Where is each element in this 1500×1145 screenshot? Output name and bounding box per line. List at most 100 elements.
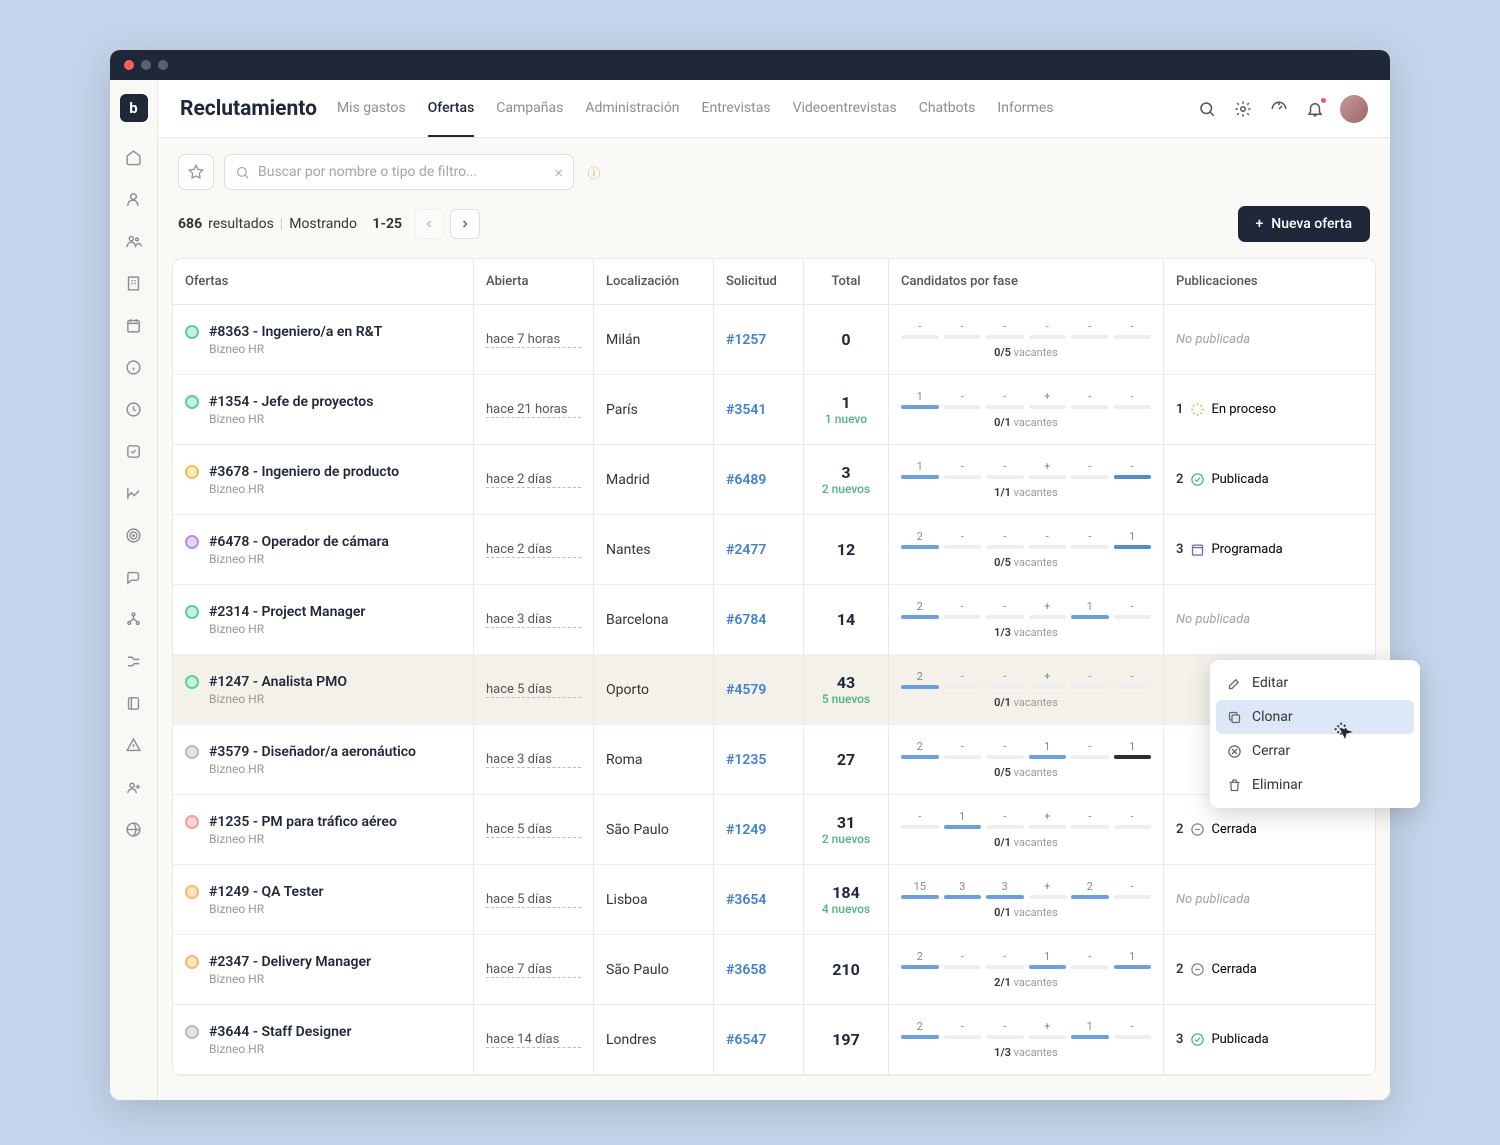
table-row[interactable]: #3644 - Staff DesignerBizneo HRhace 14 d…: [173, 1005, 1375, 1075]
open-time: hace 3 días: [486, 752, 581, 768]
new-count: 4 nuevos: [816, 902, 876, 916]
calendar-icon[interactable]: [121, 312, 147, 338]
chat-icon[interactable]: [121, 564, 147, 590]
open-time: hace 2 días: [486, 472, 581, 488]
nav-tab-2[interactable]: Campañas: [496, 80, 563, 137]
chart-icon[interactable]: [121, 480, 147, 506]
gauge-icon[interactable]: [1268, 98, 1290, 120]
topbar: Reclutamiento Mis gastosOfertasCampañasA…: [158, 80, 1390, 138]
nav-tab-5[interactable]: Videoentrevistas: [793, 80, 897, 137]
phases: ------0/5 vacantes: [901, 320, 1151, 359]
phases: 1--+--1/1 vacantes: [901, 460, 1151, 499]
table-row[interactable]: #1247 - Analista PMOBizneo HRhace 5 días…: [173, 655, 1375, 725]
search-input[interactable]: [258, 164, 546, 180]
nav-tab-4[interactable]: Entrevistas: [702, 80, 771, 137]
company: Bizneo HR: [185, 972, 461, 986]
nav-tab-3[interactable]: Administración: [585, 80, 679, 137]
request-link[interactable]: #3658: [726, 962, 791, 978]
status-dot: [185, 325, 199, 339]
total: 0: [816, 330, 876, 349]
new-offer-button[interactable]: +Nueva oferta: [1238, 206, 1371, 242]
table-row[interactable]: #2347 - Delivery ManagerBizneo HRhace 7 …: [173, 935, 1375, 1005]
phases: 2--1-12/1 vacantes: [901, 950, 1151, 989]
context-item-eliminar[interactable]: Eliminar: [1216, 768, 1414, 802]
context-item-clonar[interactable]: Clonar: [1216, 700, 1414, 734]
table-row[interactable]: #6478 - Operador de cámaraBizneo HRhace …: [173, 515, 1375, 585]
table-row[interactable]: #3579 - Diseñador/a aeronáuticoBizneo HR…: [173, 725, 1375, 795]
offer-title: #8363 - Ingeniero/a en R&T: [209, 324, 382, 340]
logo[interactable]: b: [120, 94, 148, 122]
window-max[interactable]: [158, 60, 168, 70]
request-link[interactable]: #6784: [726, 612, 791, 628]
open-time: hace 3 días: [486, 612, 581, 628]
search-icon[interactable]: [1196, 98, 1218, 120]
favorite-button[interactable]: [178, 154, 214, 190]
flow-icon[interactable]: [121, 648, 147, 674]
user-icon[interactable]: [121, 186, 147, 212]
new-count: 5 nuevos: [816, 692, 876, 706]
target-icon[interactable]: [121, 522, 147, 548]
request-link[interactable]: #3654: [726, 892, 791, 908]
context-item-cerrar[interactable]: Cerrar: [1216, 734, 1414, 768]
request-link[interactable]: #6547: [726, 1032, 791, 1048]
app-window: b Reclutamiento Mis gastosOfertasCampaña…: [110, 50, 1390, 1100]
request-link[interactable]: #1235: [726, 752, 791, 768]
nav-tab-7[interactable]: Informes: [997, 80, 1053, 137]
titlebar: [110, 50, 1390, 80]
book-icon[interactable]: [121, 690, 147, 716]
col-header: Total: [803, 259, 888, 304]
next-page[interactable]: [450, 209, 480, 239]
prev-page[interactable]: [414, 209, 444, 239]
status-dot: [185, 1025, 199, 1039]
request-link[interactable]: #2477: [726, 542, 791, 558]
info-icon[interactable]: [121, 354, 147, 380]
clock-icon[interactable]: [121, 396, 147, 422]
people-icon[interactable]: [121, 774, 147, 800]
nav-tab-1[interactable]: Ofertas: [428, 80, 475, 137]
total: 43: [816, 673, 876, 692]
gear-icon[interactable]: [1232, 98, 1254, 120]
window-min[interactable]: [141, 60, 151, 70]
table-row[interactable]: #8363 - Ingeniero/a en R&TBizneo HRhace …: [173, 305, 1375, 375]
status-dot: [185, 675, 199, 689]
offer-title: #6478 - Operador de cámara: [209, 534, 389, 550]
request-link[interactable]: #3541: [726, 402, 791, 418]
col-header: Publicaciones: [1163, 259, 1375, 304]
window-close[interactable]: [124, 60, 134, 70]
table-row[interactable]: #2314 - Project ManagerBizneo HRhace 3 d…: [173, 585, 1375, 655]
table-row[interactable]: #3678 - Ingeniero de productoBizneo HRha…: [173, 445, 1375, 515]
context-item-editar[interactable]: Editar: [1216, 666, 1414, 700]
request-link[interactable]: #4579: [726, 682, 791, 698]
check-icon[interactable]: [121, 438, 147, 464]
search-box[interactable]: ×: [224, 154, 574, 190]
phases: 2--1-10/5 vacantes: [901, 740, 1151, 779]
table-row[interactable]: #1249 - QA TesterBizneo HRhace 5 díasLis…: [173, 865, 1375, 935]
location: Barcelona: [606, 612, 701, 628]
table-row[interactable]: #1354 - Jefe de proyectosBizneo HRhace 2…: [173, 375, 1375, 445]
users-icon[interactable]: [121, 228, 147, 254]
home-icon[interactable]: [121, 144, 147, 170]
offer-title: #2314 - Project Manager: [209, 604, 365, 620]
location: Madrid: [606, 472, 701, 488]
clear-icon[interactable]: ×: [554, 163, 563, 182]
request-link[interactable]: #6489: [726, 472, 791, 488]
info-warning-icon[interactable]: ⓘ: [584, 162, 604, 182]
open-time: hace 7 días: [486, 962, 581, 978]
building-icon[interactable]: [121, 270, 147, 296]
bell-icon[interactable]: [1304, 98, 1326, 120]
table-row[interactable]: #1235 - PM para tráfico aéreoBizneo HRha…: [173, 795, 1375, 865]
total: 12: [816, 540, 876, 559]
time-icon[interactable]: [121, 816, 147, 842]
request-link[interactable]: #1257: [726, 332, 791, 348]
avatar[interactable]: [1340, 95, 1368, 123]
org-icon[interactable]: [121, 606, 147, 632]
pub-status: 1En proceso: [1176, 402, 1363, 418]
status-dot: [185, 815, 199, 829]
total: 14: [816, 610, 876, 629]
nav-tab-0[interactable]: Mis gastos: [337, 80, 406, 137]
total: 184: [816, 883, 876, 902]
alert-icon[interactable]: [121, 732, 147, 758]
nav-tab-6[interactable]: Chatbots: [919, 80, 976, 137]
col-header: Candidatos por fase: [888, 259, 1163, 304]
request-link[interactable]: #1249: [726, 822, 791, 838]
